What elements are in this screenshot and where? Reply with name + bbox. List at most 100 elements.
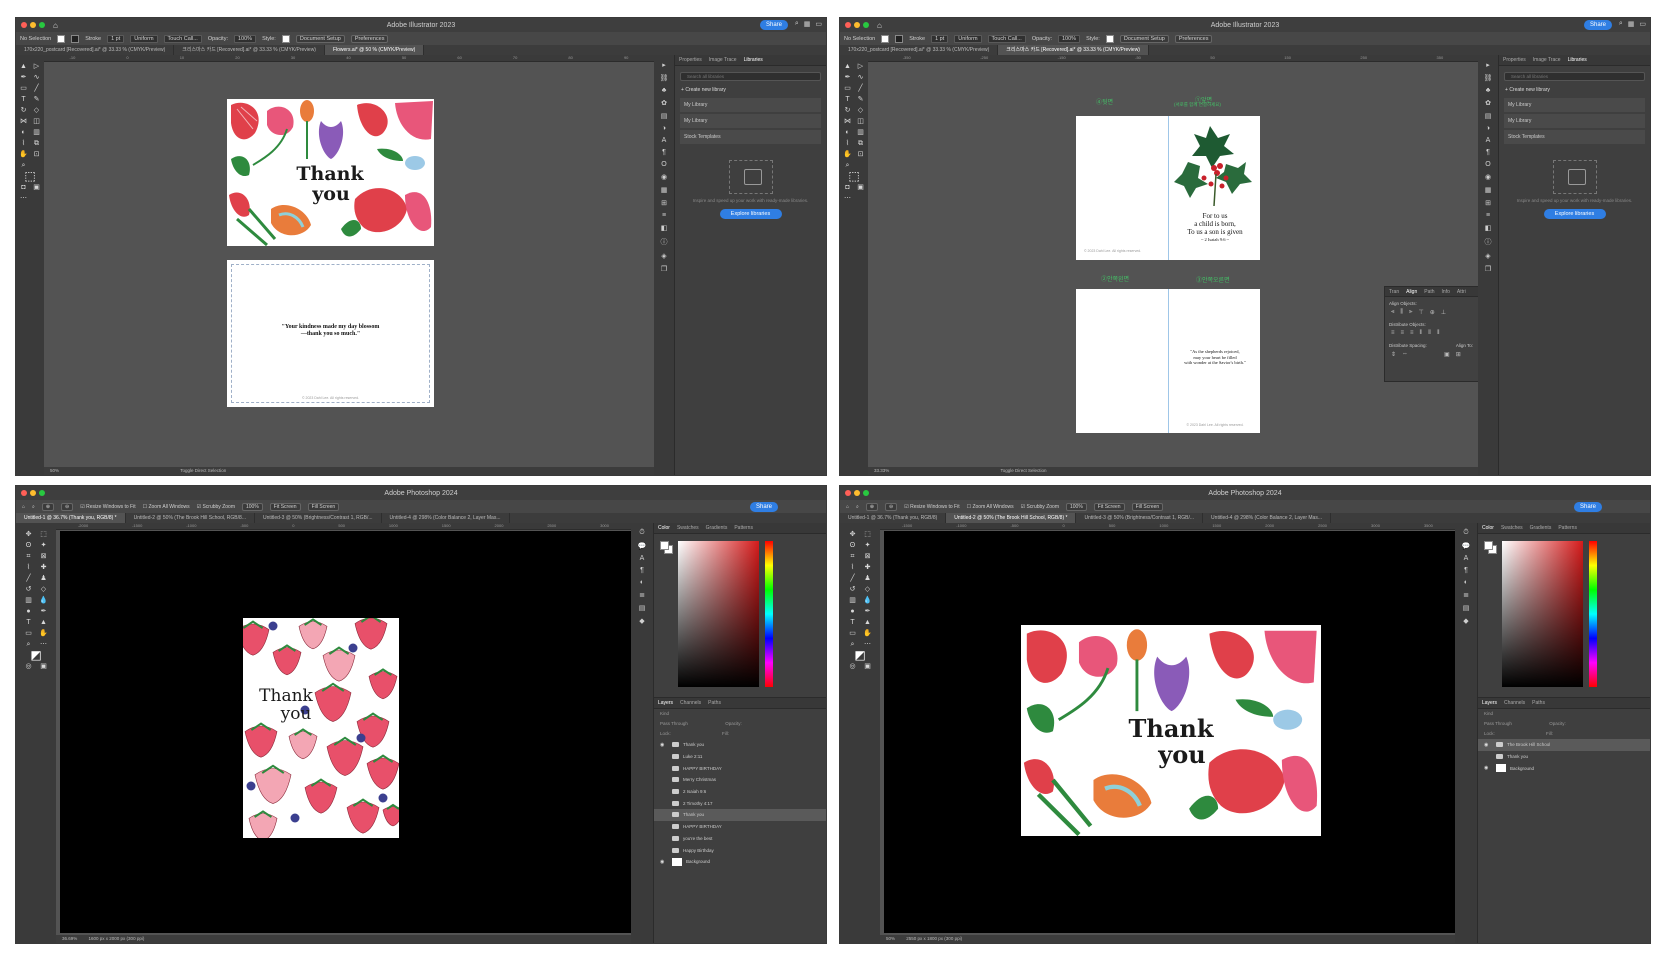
document-setup-button[interactable]: Document Setup [1119,34,1169,43]
frame-tool-icon[interactable]: ⊠ [861,551,875,562]
hand-tool-icon[interactable]: ✋ [18,149,30,160]
zoom-in-icon[interactable]: ⊕ [41,502,55,511]
paintbrush-tool-icon[interactable]: ╱ [855,83,867,94]
style-swatch[interactable] [1105,34,1114,43]
align-top-icon[interactable]: ⊤ [1419,309,1424,316]
layers-icon[interactable]: ◈ [1485,252,1490,260]
share-button[interactable]: Share [749,501,778,512]
artboard-card-back[interactable]: "Your kindness made my day blossom —than… [227,260,434,407]
align-right-icon[interactable]: ⫸ [1409,309,1412,316]
artboard-card-inner[interactable]: "As the shepherds rejoiced, may your hea… [1076,289,1260,433]
scrubby-zoom-checkbox[interactable]: ☑ Scrubby Zoom [1021,504,1059,510]
share-button[interactable]: Share [1583,20,1612,30]
arrange-icon[interactable]: ▦ [1628,20,1635,28]
home-icon[interactable]: ⌂ [53,21,58,30]
brush-tool-icon[interactable]: ╱ [846,573,860,584]
align-to-selection-icon[interactable]: ▣ [1444,351,1450,358]
document-tab-active[interactable]: Flowers.ai* @ 50 % (CMYK/Preview) [324,45,425,55]
artboard-card-outer[interactable]: For to us a child is born, To us a son i… [1076,116,1260,260]
screen-mode-icon[interactable]: ▣ [855,182,867,193]
pen-tool-icon[interactable]: ✒ [37,606,51,617]
artboards-icon[interactable]: ❐ [661,265,667,273]
layer-row[interactable]: ◉ Background [1478,762,1650,774]
graphic-styles-icon[interactable]: ▤ [661,112,668,120]
artboard-tool-icon[interactable]: ⊡ [31,149,43,160]
screen-mode-icon[interactable]: ▣ [861,661,875,672]
rectangle-tool-icon[interactable]: ▭ [846,628,860,639]
resize-windows-checkbox[interactable]: ☑ Resize Windows to Fit [80,504,135,510]
distribute-top-icon[interactable]: ≡ [1391,330,1395,337]
document-tab-active[interactable]: Untitled-1 @ 36.7% (Thank you, RGB/8) * [16,513,126,523]
zoom-tool-icon[interactable]: ⌕ [856,504,859,510]
workspace-icon[interactable]: ▭ [815,20,822,28]
kind-filter[interactable]: Kind [660,711,669,716]
align-to-artboard-icon[interactable]: ⊞ [1456,351,1461,358]
scrubby-zoom-checkbox[interactable]: ☑ Scrubby Zoom [197,504,235,510]
fill-stroke-icon[interactable]: ⬚ [842,170,867,182]
zoom-level[interactable]: 36.69% [62,936,77,941]
more-tools-icon[interactable]: ⋯ [18,193,30,204]
blend-mode-select[interactable]: Pass Through [1484,721,1512,726]
zoom-level[interactable]: 50% [50,468,59,473]
pathfinder-icon[interactable]: ◧ [661,224,668,232]
opentype-icon[interactable]: O [661,161,666,168]
path-select-icon[interactable]: ▲ [37,617,51,628]
share-button[interactable]: Share [759,20,788,30]
shape-builder-icon[interactable]: ◐ [842,127,854,138]
document-tab[interactable]: Untitled-4 @ 298% (Color Balance 2, Laye… [1203,513,1332,523]
library-item[interactable]: Stock Templates [1504,130,1645,144]
tab-paths[interactable]: Paths [1532,700,1545,706]
layer-row[interactable]: ◉ Thank you [654,739,826,751]
character-icon[interactable]: A [662,137,667,144]
align-icon[interactable]: ≡ [662,212,666,219]
home-icon[interactable]: ⌂ [22,504,25,510]
eraser-tool-icon[interactable]: ◇ [31,105,43,116]
document-tab[interactable]: 크리스마스 카드 [Recovered].ai* @ 33.33 % (CMYK… [174,45,325,55]
eyedropper-tool-icon[interactable]: ⌇ [18,138,30,149]
more-tools-icon[interactable]: ⋯ [842,193,854,204]
comments-icon[interactable]: 💬 [638,542,647,550]
pencil-tool-icon[interactable]: ✎ [31,94,43,105]
healing-tool-icon[interactable]: ✚ [861,562,875,573]
canvas[interactable]: Thank you [60,531,631,933]
document-tab[interactable]: Untitled-4 @ 298% (Color Balance 2, Laye… [382,513,510,523]
type-tool-icon[interactable]: T [842,94,854,105]
swatches-icon[interactable]: ▦ [661,186,668,194]
document-strawberry-card[interactable]: Thank you [243,618,399,838]
color-icon[interactable]: ◉ [1485,173,1491,181]
quick-select-icon[interactable]: ✦ [861,540,875,551]
visibility-eye-icon[interactable]: ◉ [1484,742,1492,748]
share-button[interactable]: Share [1573,501,1602,512]
layer-row[interactable]: Luke 2:11 [654,751,826,763]
library-item[interactable]: My Library [680,114,821,128]
color-picker-field[interactable] [1502,541,1583,687]
zoom-all-checkbox[interactable]: ☐ Zoom All Windows [143,504,190,510]
create-library-button[interactable]: + Create new library [681,87,820,93]
align-left-icon[interactable]: ⫷ [1391,309,1394,316]
character-icon[interactable]: A [1486,137,1491,144]
gradient-tool-icon[interactable]: ▥ [22,595,36,606]
stroke-weight-field[interactable]: 1 pt [107,34,125,43]
info-icon[interactable]: ⓘ [661,237,668,247]
align-bottom-icon[interactable]: ⊥ [1441,309,1446,316]
library-item[interactable]: My Library [1504,98,1645,112]
draw-mode-icon[interactable]: ◘ [842,182,854,193]
distribute-left-icon[interactable]: ⦀ [1420,330,1423,337]
tab-channels[interactable]: Channels [1504,700,1525,706]
color-icon[interactable]: ◉ [661,173,667,181]
frame-tool-icon[interactable]: ⊠ [37,551,51,562]
swatches-icon[interactable]: ▦ [1485,186,1492,194]
tab-swatches[interactable]: Swatches [1501,525,1523,531]
pen-tool-icon[interactable]: ✒ [18,72,30,83]
direct-selection-tool-icon[interactable]: ▷ [31,61,43,72]
eyedropper-tool-icon[interactable]: ⌇ [22,562,36,573]
distribute-right-icon[interactable]: ⦀ [1437,330,1440,337]
tab-swatches[interactable]: Swatches [677,525,699,531]
marquee-tool-icon[interactable]: ⬚ [861,529,875,540]
paragraph-icon[interactable]: ¶ [1464,567,1468,574]
width-tool-icon[interactable]: ⋈ [18,116,30,127]
crop-tool-icon[interactable]: ⌗ [22,551,36,562]
opacity-field[interactable]: 100% [234,34,257,43]
document-tab[interactable]: Untitled-3 @ 50% (Brightness/Contrast 1,… [1076,513,1204,523]
library-item[interactable]: My Library [680,98,821,112]
